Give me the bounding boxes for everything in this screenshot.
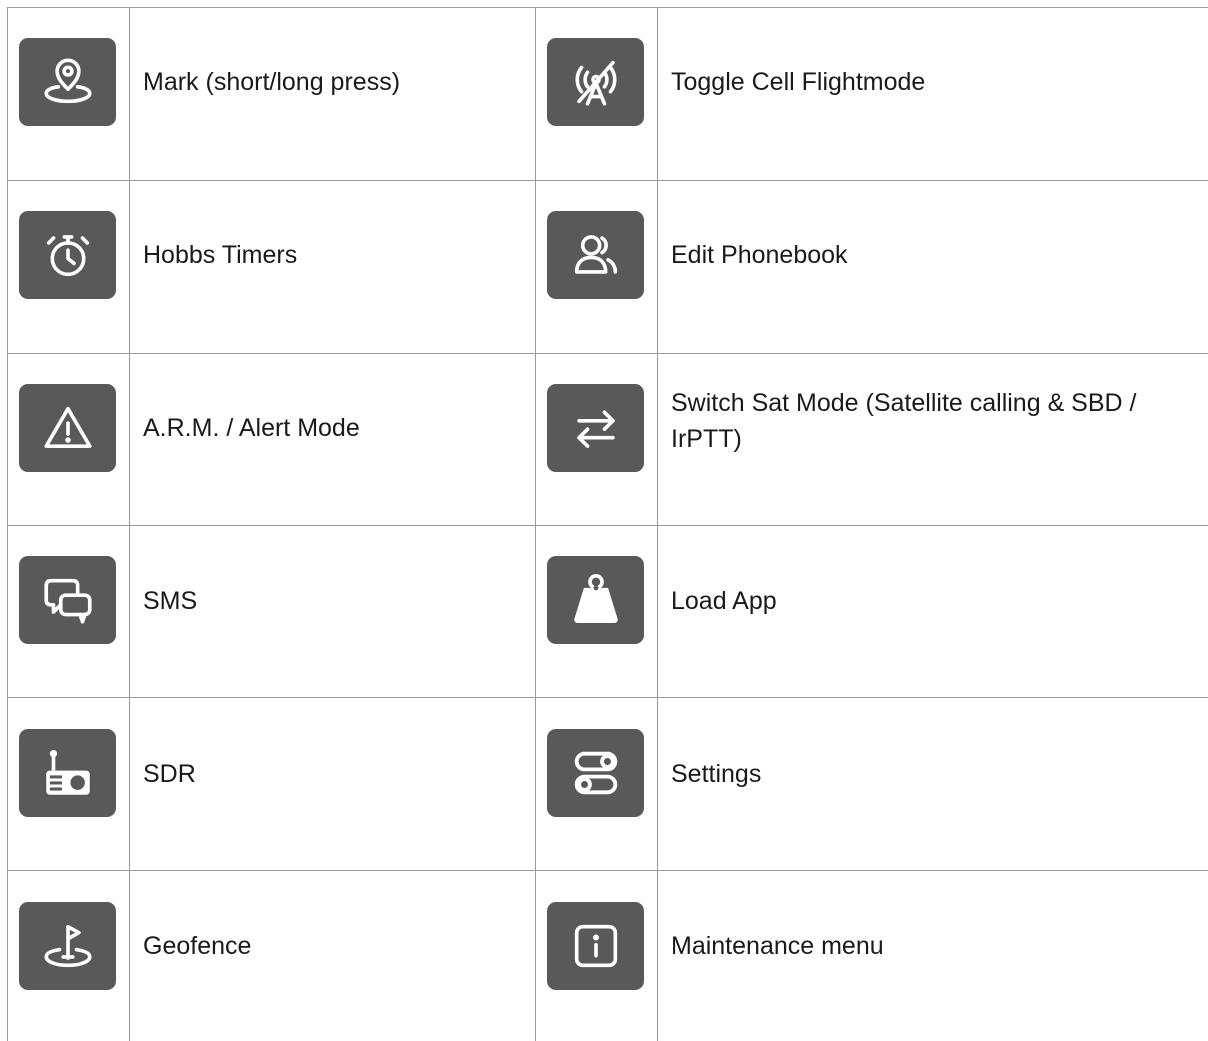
warning-icon <box>43 406 92 448</box>
settings-tile[interactable] <box>547 729 644 817</box>
sat-mode-label: Switch Sat Mode (Satellite calling & SBD… <box>671 389 1137 453</box>
maintenance-label: Maintenance menu <box>671 932 884 960</box>
hobbs-label: Hobbs Timers <box>143 241 298 269</box>
grid-line <box>7 353 1208 354</box>
grid-line <box>7 525 1208 526</box>
grid-line <box>129 7 130 1041</box>
phonebook-label: Edit Phonebook <box>671 241 848 269</box>
grid-line <box>7 7 8 1041</box>
chat-bubbles-icon <box>43 578 92 624</box>
contacts-icon <box>574 235 617 274</box>
no-signal-icon <box>574 60 617 106</box>
maintenance-tile[interactable] <box>547 902 644 990</box>
grid-line <box>657 7 658 1041</box>
shopping-bag-icon <box>573 574 618 623</box>
flightmode-tile[interactable] <box>547 38 644 126</box>
sat-mode-tile[interactable] <box>547 384 644 472</box>
map-pin-icon <box>43 58 92 104</box>
geofence-label: Geofence <box>143 932 252 960</box>
sdr-tile[interactable] <box>19 729 116 817</box>
alert-mode-label: A.R.M. / Alert Mode <box>143 414 360 442</box>
grid-line <box>535 7 536 1041</box>
toggles-icon <box>574 751 617 795</box>
flag-pin-icon <box>43 924 92 968</box>
swap-arrows-icon <box>576 410 615 448</box>
grid-line <box>7 870 1208 871</box>
hobbs-tile[interactable] <box>19 211 116 299</box>
radio-icon <box>45 750 90 795</box>
flightmode-label: Toggle Cell Flightmode <box>671 68 926 96</box>
phonebook-tile[interactable] <box>547 211 644 299</box>
info-icon <box>574 924 617 968</box>
mark-label: Mark (short/long press) <box>143 68 401 96</box>
shortcut-grid: Mark (short/long press) Toggle Cell Flig… <box>0 0 1208 1041</box>
grid-line <box>7 7 1208 8</box>
alert-mode-tile[interactable] <box>19 384 116 472</box>
stopwatch-icon <box>46 235 89 277</box>
grid-line <box>7 180 1208 181</box>
sms-tile[interactable] <box>19 556 116 644</box>
sms-label: SMS <box>143 587 198 615</box>
load-app-label: Load App <box>671 587 777 615</box>
settings-label: Settings <box>671 760 762 788</box>
geofence-tile[interactable] <box>19 902 116 990</box>
sdr-label: SDR <box>143 760 196 788</box>
load-app-tile[interactable] <box>547 556 644 644</box>
grid-line <box>7 697 1208 698</box>
mark-tile[interactable] <box>19 38 116 126</box>
